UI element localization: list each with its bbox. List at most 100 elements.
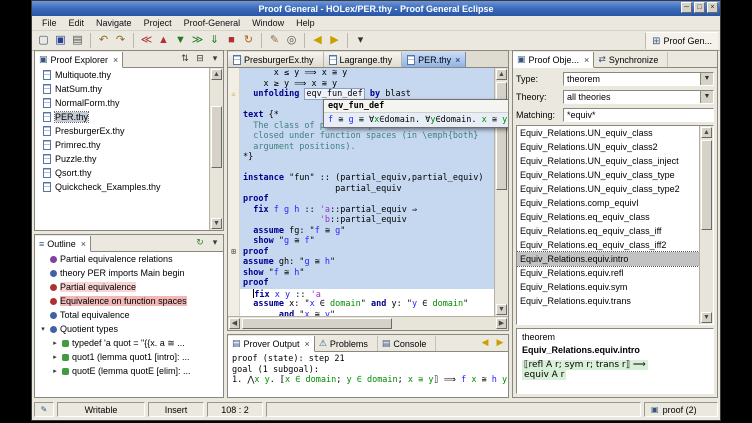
goto-end-icon[interactable]: ⇓ xyxy=(206,33,223,48)
collapse-all-icon[interactable]: ⊟ xyxy=(194,53,206,64)
editor-line[interactable]: instance "fun" :: (partial_equiv,partial… xyxy=(228,173,494,184)
menu-item[interactable]: Proof-General xyxy=(178,18,247,28)
view-tab[interactable]: ▣ Proof Explorer × xyxy=(35,52,123,68)
tree-item[interactable]: Primrec.thy xyxy=(35,138,209,152)
print-icon[interactable]: ▤ xyxy=(69,33,86,48)
view-menu-icon[interactable]: ▾ xyxy=(209,53,221,64)
undo-step-icon[interactable]: ▲ xyxy=(155,33,172,48)
chevron-down-icon[interactable]: ▼ xyxy=(700,91,713,103)
editor-horizontal-scrollbar[interactable]: ◀ ▶ xyxy=(228,316,508,330)
previous-message-icon[interactable]: ◀ xyxy=(479,337,491,348)
scrollbar-thumb[interactable] xyxy=(242,318,392,329)
view-tab[interactable]: ⚠ Problems xyxy=(315,336,378,351)
expand-arrow-icon[interactable]: ▸ xyxy=(51,353,59,361)
close-icon[interactable]: × xyxy=(305,339,310,349)
scroll-up-icon[interactable]: ▲ xyxy=(211,69,222,80)
theorem-list-item[interactable]: Equiv_Relations.equiv.refl xyxy=(517,266,699,280)
view-tab[interactable]: ▣ Proof Obje... × xyxy=(513,52,594,68)
scrollbar-thumb[interactable] xyxy=(701,140,712,230)
redo-icon[interactable]: ↷ xyxy=(112,33,129,48)
highlight-icon[interactable]: ◎ xyxy=(283,33,300,48)
editor-tab[interactable]: PER.thy × xyxy=(402,52,466,67)
tree-item[interactable]: Puzzle.thy xyxy=(35,152,209,166)
editor-line[interactable]: show "g ≅ f" xyxy=(228,236,494,247)
link-with-editor-icon[interactable]: ⇅ xyxy=(179,53,191,64)
restart-icon[interactable]: ↻ xyxy=(240,33,257,48)
theorem-list-item[interactable]: Equiv_Relations.UN_equiv_class_type xyxy=(517,168,699,182)
editor-line[interactable]: ⊞ proof xyxy=(228,247,494,258)
title-bar[interactable]: Proof General - HOLex/PER.thy - Proof Ge… xyxy=(32,1,720,16)
editor-tab[interactable]: PresburgerEx.thy xyxy=(228,52,324,67)
view-tab[interactable]: ≡ Outline × xyxy=(35,236,91,252)
menu-item[interactable]: File xyxy=(36,18,63,28)
view-tab[interactable]: ▤ Console xyxy=(378,336,437,351)
new-wizard-icon[interactable]: ▢ xyxy=(35,33,52,48)
tree-item[interactable]: Multiquote.thy xyxy=(35,68,209,82)
save-icon[interactable]: ▣ xyxy=(52,33,69,48)
previous-annotation-icon[interactable]: ◀ xyxy=(304,33,326,48)
expand-arrow-icon[interactable]: ▾ xyxy=(39,325,47,333)
theorem-list-item[interactable]: Equiv_Relations.eq_equiv_class xyxy=(517,210,699,224)
menu-item[interactable]: Project xyxy=(138,18,178,28)
close-icon[interactable]: × xyxy=(113,55,118,65)
close-icon[interactable]: × xyxy=(455,55,460,65)
view-tab[interactable]: ⇄ Synchronize xyxy=(594,52,668,67)
proof-explorer-scrollbar[interactable]: ▲ ▼ xyxy=(209,68,223,230)
close-icon[interactable]: × xyxy=(584,55,589,65)
next-message-icon[interactable]: ▶ xyxy=(494,337,506,348)
theorem-list-item[interactable]: Equiv_Relations.eq_equiv_class_iff2 xyxy=(517,238,699,252)
tree-item[interactable]: PresburgerEx.thy xyxy=(35,124,209,138)
editor-line[interactable]: fix x y :: 'a xyxy=(228,289,494,300)
editor-line[interactable]: assume fg: "f ≅ g" xyxy=(228,226,494,237)
minimize-button[interactable]: ─ xyxy=(681,2,692,13)
outline-item[interactable]: theory PER imports Main begin xyxy=(35,266,223,280)
prover-output-body[interactable]: proof (state): step 21goal (1 subgoal):1… xyxy=(228,352,508,397)
editor-tab[interactable]: Lagrange.thy xyxy=(324,52,403,67)
editor-line[interactable]: proof xyxy=(228,194,494,205)
editor-line[interactable]: 'b::partial_equiv xyxy=(228,215,494,226)
maximize-button[interactable]: □ xyxy=(694,2,705,13)
scroll-up-icon[interactable]: ▲ xyxy=(701,127,712,138)
tree-item[interactable]: NormalForm.thy xyxy=(35,96,209,110)
fold-expand-icon[interactable]: ⊞ xyxy=(231,247,236,256)
theorem-list-item[interactable]: Equiv_Relations.UN_equiv_class xyxy=(517,126,699,140)
warning-icon[interactable]: ⚠ xyxy=(231,90,235,98)
expand-arrow-icon[interactable]: ▸ xyxy=(51,339,59,347)
scroll-right-icon[interactable]: ▶ xyxy=(496,318,507,329)
outline-item[interactable]: Partial equivalence xyxy=(35,280,223,294)
tree-item[interactable]: NatSum.thy xyxy=(35,82,209,96)
interrupt-icon[interactable]: ■ xyxy=(223,33,240,48)
next-annotation-icon[interactable]: ▶ xyxy=(326,33,343,48)
theory-combo[interactable]: all theories ▼ xyxy=(563,90,714,104)
theorem-list-item[interactable]: Equiv_Relations.UN_equiv_class_inject xyxy=(517,154,699,168)
editor-line[interactable]: proof xyxy=(228,278,494,289)
outline-item[interactable]: Equivalence on function spaces xyxy=(35,294,223,308)
editor-line[interactable]: assume gh: "g ≅ h" xyxy=(228,257,494,268)
view-menu-icon[interactable]: ▾ xyxy=(209,237,221,248)
expand-arrow-icon[interactable]: ▸ xyxy=(51,367,59,375)
toolbar-menu-icon[interactable]: ▾ xyxy=(347,33,369,48)
outline-item[interactable]: ▾ Quotient types xyxy=(35,322,223,336)
scroll-down-icon[interactable]: ▼ xyxy=(701,312,712,323)
scroll-up-icon[interactable]: ▲ xyxy=(496,69,507,80)
tree-item[interactable]: Qsort.thy xyxy=(35,166,209,180)
close-icon[interactable]: × xyxy=(81,239,86,249)
menu-item[interactable]: Navigate xyxy=(90,18,138,28)
scrollbar-thumb[interactable] xyxy=(211,106,222,168)
theorem-list-item[interactable]: Equiv_Relations.equiv.trans xyxy=(517,294,699,308)
outline-item[interactable]: ▸ quotE (lemma quotE [elim]: ... xyxy=(35,364,223,378)
matching-input[interactable] xyxy=(563,108,714,122)
type-combo[interactable]: theorem ▼ xyxy=(563,72,714,86)
view-tab[interactable]: ▤ Prover Output × xyxy=(228,336,315,352)
editor-line[interactable]: fix f g h :: 'a::partial_equiv ⇒ xyxy=(228,205,494,216)
outline-item[interactable]: ▸ typedef 'a quot = "{{x. a ≅ ... xyxy=(35,336,223,350)
outline-item[interactable]: ▸ quot1 (lemma quot1 [intro]: ... xyxy=(35,350,223,364)
pen-icon[interactable]: ✎ xyxy=(261,33,283,48)
scroll-down-icon[interactable]: ▼ xyxy=(211,218,222,229)
editor-line[interactable]: partial_equiv xyxy=(228,184,494,195)
scroll-left-icon[interactable]: ◀ xyxy=(229,318,240,329)
close-button[interactable]: × xyxy=(707,2,718,13)
next-step-icon[interactable]: ▼ xyxy=(172,33,189,48)
retract-all-icon[interactable]: ≪ xyxy=(133,33,155,48)
editor-line[interactable] xyxy=(228,163,494,174)
